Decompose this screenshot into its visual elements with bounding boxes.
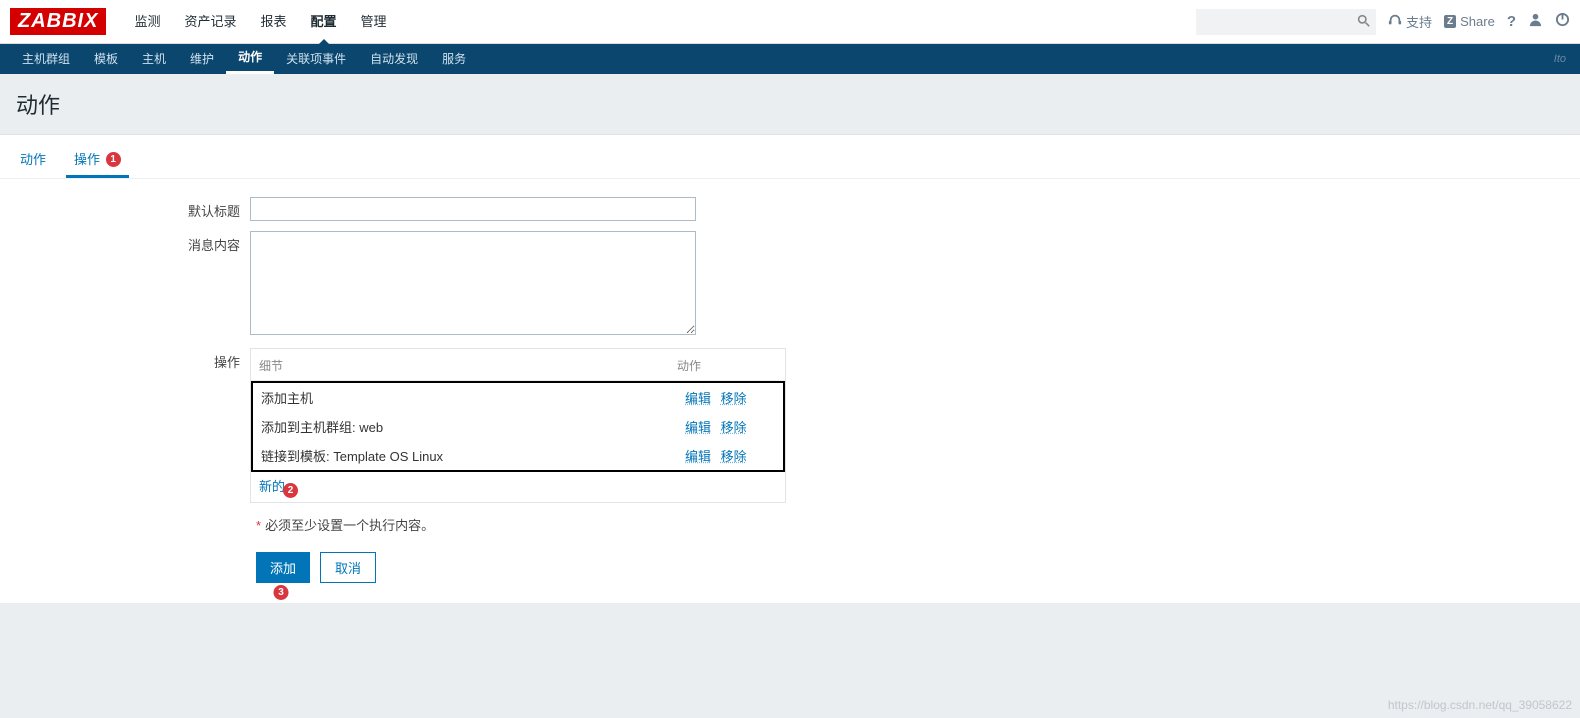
sub-menu-hostgroups[interactable]: 主机群组 — [10, 44, 82, 74]
top-menu-configuration[interactable]: 配置 — [299, 0, 349, 44]
ops-actions: 编辑 移除 — [685, 417, 775, 436]
share-label: Share — [1460, 14, 1495, 29]
add-button-wrap: 添加 3 — [256, 552, 310, 583]
annotation-badge-2: 2 — [283, 483, 298, 498]
sub-nav: 主机群组 模板 主机 维护 动作 关联项事件 自动发现 服务 Ito — [0, 44, 1580, 74]
support-label: 支持 — [1406, 12, 1432, 31]
operations-box: 细节 动作 添加主机 编辑 移除 添加到主机群组: web — [250, 348, 786, 503]
default-subject-label: 默认标题 — [0, 197, 250, 220]
user-icon[interactable] — [1528, 12, 1543, 31]
row-message: 消息内容 — [0, 231, 1580, 338]
sub-menu-services[interactable]: 服务 — [430, 44, 478, 74]
edit-link[interactable]: 编辑 — [685, 449, 711, 464]
top-right: 支持 Z Share ? — [1196, 9, 1570, 35]
watermark: https://blog.csdn.net/qq_39058622 — [1388, 698, 1572, 712]
support-link[interactable]: 支持 — [1388, 12, 1432, 31]
add-button[interactable]: 添加 — [256, 552, 310, 583]
share-badge-icon: Z — [1444, 15, 1456, 28]
headset-icon — [1388, 13, 1402, 31]
hint-text: 必须至少设置一个执行内容。 — [265, 518, 434, 533]
default-subject-field — [250, 197, 696, 221]
edit-link[interactable]: 编辑 — [685, 420, 711, 435]
new-link-row: 新的2 — [251, 472, 785, 502]
operations-label: 操作 — [0, 348, 250, 371]
ops-header-action: 动作 — [677, 357, 777, 374]
message-field — [250, 231, 696, 338]
sub-menu-hosts[interactable]: 主机 — [130, 44, 178, 74]
message-textarea[interactable] — [250, 231, 696, 335]
ops-body: 添加主机 编辑 移除 添加到主机群组: web 编辑 移除 — [251, 381, 785, 472]
tab-operations-label: 操作 — [74, 152, 100, 167]
button-row: 添加 3 取消 — [256, 552, 1580, 583]
message-label: 消息内容 — [0, 231, 250, 254]
page-title: 动作 — [16, 88, 1564, 120]
cancel-button[interactable]: 取消 — [320, 552, 376, 583]
page-header: 动作 — [0, 74, 1580, 134]
share-link[interactable]: Z Share — [1444, 14, 1495, 29]
form-area: 默认标题 消息内容 操作 细节 动作 — [0, 179, 1580, 603]
search-icon[interactable] — [1357, 14, 1370, 30]
content-panel: 动作 操作 1 默认标题 消息内容 操作 细节 — [0, 134, 1580, 603]
row-default-subject: 默认标题 — [0, 197, 1580, 221]
ops-detail: 添加到主机群组: web — [261, 417, 685, 436]
remove-link[interactable]: 移除 — [721, 420, 747, 435]
ops-actions: 编辑 移除 — [685, 446, 775, 465]
ops-row: 添加到主机群组: web 编辑 移除 — [253, 412, 783, 441]
power-icon[interactable] — [1555, 12, 1570, 31]
operations-field: 细节 动作 添加主机 编辑 移除 添加到主机群组: web — [250, 348, 786, 503]
ops-row: 链接到模板: Template OS Linux 编辑 移除 — [253, 441, 783, 470]
hint-row: * 必须至少设置一个执行内容。 — [256, 515, 1580, 534]
top-menu: 监测 资产记录 报表 配置 管理 — [122, 0, 1196, 44]
new-operation-link[interactable]: 新的 — [259, 479, 285, 494]
search-input[interactable] — [1196, 9, 1376, 35]
help-icon[interactable]: ? — [1507, 13, 1516, 30]
edit-link[interactable]: 编辑 — [685, 391, 711, 406]
row-operations: 操作 细节 动作 添加主机 编辑 移除 — [0, 348, 1580, 503]
sub-menu-correlation[interactable]: 关联项事件 — [274, 44, 358, 74]
ops-row: 添加主机 编辑 移除 — [253, 383, 783, 412]
logo[interactable]: ZABBIX — [10, 8, 106, 35]
sub-menu-maintenance[interactable]: 维护 — [178, 44, 226, 74]
search-wrap — [1196, 9, 1376, 35]
annotation-badge-3: 3 — [274, 585, 289, 600]
tabs: 动作 操作 1 — [0, 135, 1580, 179]
annotation-badge-1: 1 — [106, 152, 121, 167]
sub-menu-actions[interactable]: 动作 — [226, 44, 274, 74]
required-asterisk: * — [256, 518, 261, 533]
top-nav: ZABBIX 监测 资产记录 报表 配置 管理 支持 Z Share ? — [0, 0, 1580, 44]
sub-menu-discovery[interactable]: 自动发现 — [358, 44, 430, 74]
top-menu-inventory[interactable]: 资产记录 — [172, 0, 248, 44]
tab-operations[interactable]: 操作 1 — [66, 143, 129, 178]
top-menu-reports[interactable]: 报表 — [248, 0, 298, 44]
remove-link[interactable]: 移除 — [721, 391, 747, 406]
ops-detail: 添加主机 — [261, 388, 685, 407]
tab-action[interactable]: 动作 — [12, 143, 54, 178]
top-menu-administration[interactable]: 管理 — [349, 0, 399, 44]
ops-header: 细节 动作 — [251, 349, 785, 381]
ops-detail: 链接到模板: Template OS Linux — [261, 446, 685, 465]
ops-header-detail: 细节 — [259, 357, 677, 374]
top-menu-monitoring[interactable]: 监测 — [122, 0, 172, 44]
default-subject-input[interactable] — [250, 197, 696, 221]
sub-right-text: Ito — [1554, 53, 1570, 65]
ops-actions: 编辑 移除 — [685, 388, 775, 407]
remove-link[interactable]: 移除 — [721, 449, 747, 464]
sub-menu-templates[interactable]: 模板 — [82, 44, 130, 74]
